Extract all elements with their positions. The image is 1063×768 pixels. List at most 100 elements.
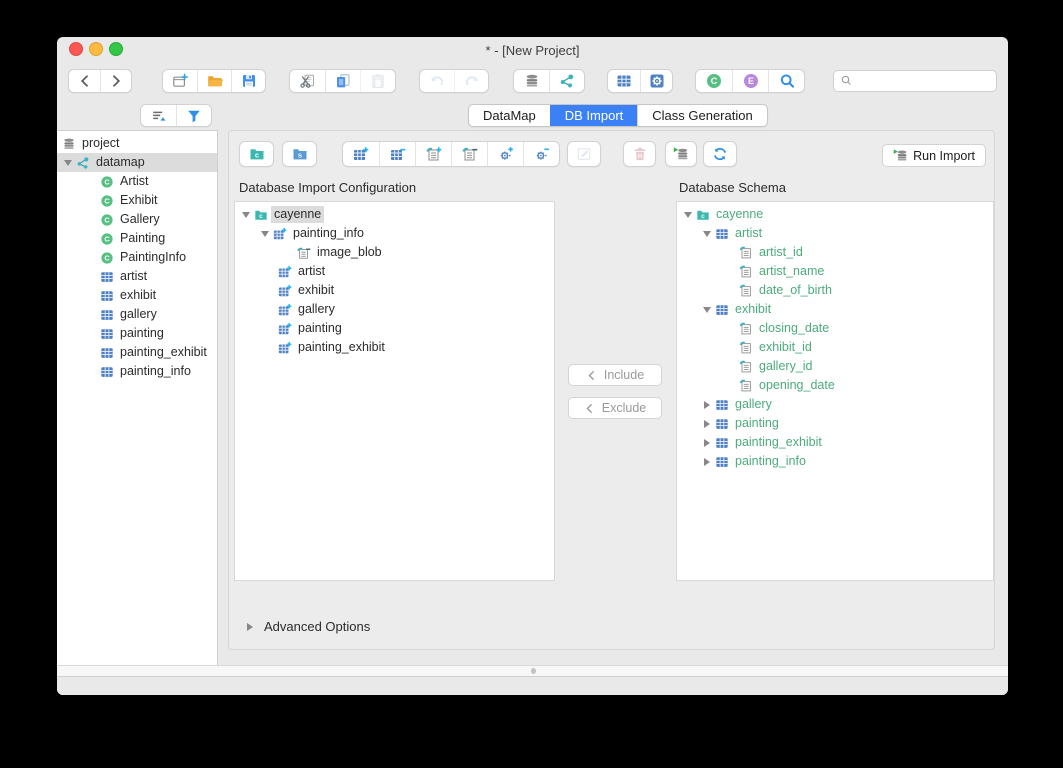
exclude-column-button[interactable] — [451, 142, 487, 166]
object-group: CE — [695, 69, 805, 93]
refresh-button[interactable] — [704, 142, 736, 166]
folder-open-icon — [207, 73, 223, 89]
class-c-icon: C — [99, 193, 115, 209]
expand-icon[interactable] — [700, 452, 714, 471]
tree-node-cayenne[interactable]: ccayenne — [677, 205, 993, 224]
redo-button[interactable] — [454, 70, 488, 92]
tree-node-exhibit[interactable]: exhibit — [57, 286, 217, 305]
new-procedure-button[interactable] — [640, 70, 672, 92]
svg-text:C: C — [711, 76, 718, 86]
collapse-icon[interactable] — [681, 205, 695, 224]
exclude-table-button[interactable] — [379, 142, 415, 166]
tree-node-closing-date[interactable]: closing_date — [677, 319, 993, 338]
tree-node-painting[interactable]: painting — [57, 324, 217, 343]
new-embeddable-button[interactable]: E — [732, 70, 768, 92]
exclude-procedure-button[interactable] — [523, 142, 559, 166]
include-table-button[interactable] — [343, 142, 379, 166]
tree-node-painting-exhibit[interactable]: painting_exhibit — [57, 343, 217, 362]
save-button[interactable] — [231, 70, 265, 92]
tree-node-exhibit-id[interactable]: exhibit_id — [677, 338, 993, 357]
collapse-icon[interactable] — [258, 224, 272, 243]
tree-node-date-of-birth[interactable]: date_of_birth — [677, 281, 993, 300]
tree-node-project[interactable]: project — [57, 134, 217, 153]
collapse-icon[interactable] — [700, 300, 714, 319]
minimize-button[interactable] — [89, 42, 103, 56]
tree-node-paintinginfo[interactable]: CPaintingInfo — [57, 248, 217, 267]
new-datanode-button[interactable] — [514, 70, 549, 92]
entity-group — [607, 69, 673, 93]
collapse-icon[interactable] — [61, 153, 75, 172]
new-project-button[interactable] — [163, 70, 197, 92]
edit-button[interactable] — [568, 142, 600, 166]
tree-node-artist-name[interactable]: artist_name — [677, 262, 993, 281]
tree-node-artist[interactable]: CArtist — [57, 172, 217, 191]
table-plus-icon — [353, 146, 369, 162]
forward-button[interactable] — [100, 70, 131, 92]
tree-node-gallery[interactable]: gallery — [235, 300, 554, 319]
expand-icon[interactable] — [700, 395, 714, 414]
new-dbentity-button[interactable] — [608, 70, 640, 92]
tree-node-artist-id[interactable]: artist_id — [677, 243, 993, 262]
tree-node-artist[interactable]: artist — [57, 267, 217, 286]
add-catalog-button[interactable]: c — [240, 142, 273, 166]
run-import-button[interactable]: Run Import — [882, 144, 986, 167]
filter-button[interactable] — [176, 105, 211, 126]
tree-node-painting-info[interactable]: painting_info — [677, 452, 993, 471]
tree-node-gallery[interactable]: gallery — [57, 305, 217, 324]
tree-node-painting[interactable]: CPainting — [57, 229, 217, 248]
tree-node-painting-info[interactable]: painting_info — [57, 362, 217, 381]
expand-icon[interactable] — [700, 433, 714, 452]
delete-button[interactable] — [624, 142, 655, 166]
tab-class-generation[interactable]: Class Generation — [637, 105, 766, 126]
tree-node-exhibit[interactable]: exhibit — [677, 300, 993, 319]
include-button[interactable]: Include — [568, 364, 662, 386]
open-project-button[interactable] — [197, 70, 231, 92]
tree-node-gallery[interactable]: gallery — [677, 395, 993, 414]
collapse-icon[interactable] — [700, 224, 714, 243]
new-objentity-button[interactable]: C — [696, 70, 732, 92]
expand-icon[interactable] — [700, 414, 714, 433]
tree-node-artist[interactable]: artist — [677, 224, 993, 243]
include-column-button[interactable] — [415, 142, 451, 166]
app-window: * - [New Project] CE projectdatamapCArti… — [57, 37, 1008, 695]
tree-node-painting-info[interactable]: painting_info — [235, 224, 554, 243]
tree-node-gallery[interactable]: CGallery — [57, 210, 217, 229]
tree-node-gallery-id[interactable]: gallery_id — [677, 357, 993, 376]
tree-node-artist[interactable]: artist — [235, 262, 554, 281]
paste-button[interactable] — [360, 70, 395, 92]
tree-node-painting[interactable]: painting — [677, 414, 993, 433]
copy-button[interactable] — [325, 70, 360, 92]
close-button[interactable] — [69, 42, 83, 56]
column-icon — [738, 340, 754, 356]
chevron-left-icon — [584, 403, 595, 414]
tab-db-import[interactable]: DB Import — [550, 105, 638, 126]
tree-node-datamap[interactable]: datamap — [57, 153, 217, 172]
tree-node-opening-date[interactable]: opening_date — [677, 376, 993, 395]
tree-node-exhibit[interactable]: exhibit — [235, 281, 554, 300]
add-schema-button[interactable]: s — [283, 142, 316, 166]
new-query-button[interactable] — [768, 70, 804, 92]
horizontal-splitter[interactable] — [57, 665, 1008, 677]
collapse-icon[interactable] — [239, 205, 253, 224]
tree-node-label: Gallery — [117, 211, 163, 228]
tree-node-cayenne[interactable]: ccayenne — [235, 205, 554, 224]
reverse-engineer-button[interactable] — [666, 142, 696, 166]
search-input[interactable] — [857, 73, 990, 89]
advanced-options-toggle[interactable]: Advanced Options — [243, 617, 370, 636]
tree-node-painting-exhibit[interactable]: painting_exhibit — [235, 338, 554, 357]
back-button[interactable] — [69, 70, 100, 92]
cut-button[interactable] — [290, 70, 325, 92]
zoom-button[interactable] — [109, 42, 123, 56]
tree-node-painting[interactable]: painting — [235, 319, 554, 338]
undo-button[interactable] — [420, 70, 454, 92]
tree-node-image-blob[interactable]: image_blob — [235, 243, 554, 262]
tab-datamap[interactable]: DataMap — [469, 105, 550, 126]
include-procedure-button[interactable] — [487, 142, 523, 166]
exclude-button[interactable]: Exclude — [568, 397, 662, 419]
new-datamap-button[interactable] — [549, 70, 584, 92]
collapse-all-button[interactable] — [141, 105, 176, 126]
table-icon — [99, 307, 115, 323]
tree-node-exhibit[interactable]: CExhibit — [57, 191, 217, 210]
tree-node-painting-exhibit[interactable]: painting_exhibit — [677, 433, 993, 452]
refreshg-group — [703, 141, 737, 167]
